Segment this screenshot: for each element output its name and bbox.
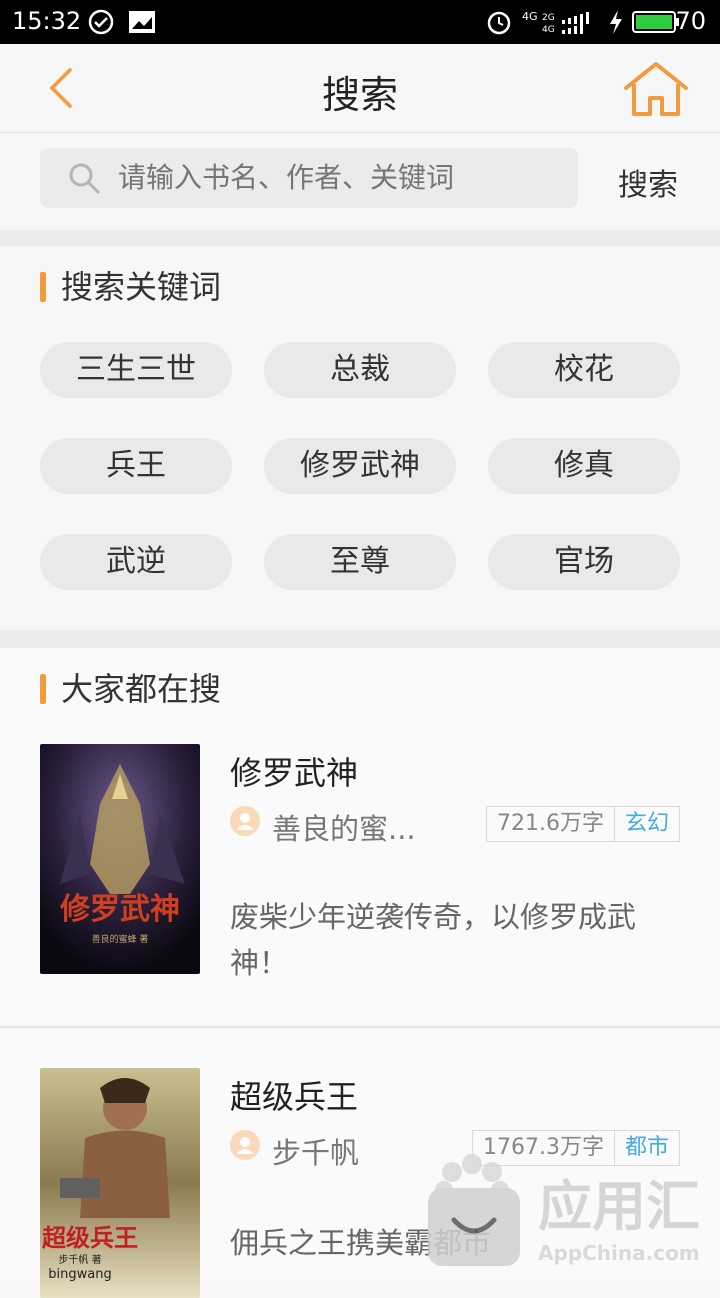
keywords-title-text: 搜索关键词 bbox=[61, 268, 222, 306]
keyword-tag[interactable]: 三生三世 bbox=[40, 342, 232, 398]
alarm-icon bbox=[487, 11, 511, 35]
keyword-tag[interactable]: 武逆 bbox=[40, 534, 232, 590]
watermark-brand: 应用汇 bbox=[538, 1175, 700, 1238]
keyword-tag[interactable]: 官场 bbox=[488, 534, 680, 590]
search-button[interactable]: 搜索 bbox=[618, 160, 678, 204]
svg-text:4G: 4G bbox=[522, 10, 538, 23]
keyword-tag[interactable]: 修真 bbox=[488, 438, 680, 494]
keyword-tag[interactable]: 至尊 bbox=[264, 534, 456, 590]
category-tag: 玄幻 bbox=[624, 811, 669, 836]
keywords-section-title: 搜索关键词 bbox=[40, 262, 221, 308]
book-title[interactable]: 修罗武神 bbox=[230, 748, 358, 794]
book-title[interactable]: 超级兵王 bbox=[230, 1072, 358, 1118]
search-box[interactable] bbox=[40, 148, 578, 208]
svg-text:2G: 2G bbox=[542, 13, 555, 23]
search-icon bbox=[69, 163, 100, 194]
book-author: 善良的蜜... bbox=[272, 812, 416, 846]
cover-title: 超级兵王 bbox=[42, 1224, 138, 1252]
section-accent-bar bbox=[40, 272, 46, 302]
status-time: 15:32 bbox=[12, 7, 82, 35]
book-cover[interactable]: 超级兵王 步千帆 著 bingwang bbox=[40, 1068, 200, 1298]
appchina-watermark-logo: 应用汇 AppChina.com bbox=[428, 1154, 700, 1266]
search-input[interactable] bbox=[118, 148, 558, 208]
book-author: 步千帆 bbox=[272, 1136, 360, 1170]
book-cover-image: 超级兵王 步千帆 著 bingwang bbox=[40, 1068, 200, 1298]
book-cover[interactable]: 修罗武神 善良的蜜蜂 著 bbox=[40, 744, 200, 974]
book-description: 废柴少年逆袭传奇，以修罗成武神！ bbox=[230, 900, 637, 980]
keyword-tag[interactable]: 校花 bbox=[488, 342, 680, 398]
image-notification-icon bbox=[129, 11, 155, 33]
watermark-url: AppChina.com bbox=[538, 1241, 700, 1265]
charging-icon bbox=[610, 10, 622, 34]
cover-author: 善良的蜜蜂 著 bbox=[92, 933, 149, 945]
popular-title-text: 大家都在搜 bbox=[61, 670, 222, 708]
battery-icon bbox=[632, 11, 679, 33]
section-divider bbox=[0, 630, 720, 648]
cover-author: 步千帆 著 bbox=[58, 1253, 101, 1266]
book-tags: 721.6万字 玄幻 bbox=[486, 806, 680, 842]
signal-icon: 4G 2G 4G bbox=[522, 10, 589, 35]
svg-text:4G: 4G bbox=[542, 25, 555, 35]
popular-section-title: 大家都在搜 bbox=[40, 664, 221, 710]
cover-title: 修罗武神 bbox=[59, 892, 180, 927]
search-bar: 搜索 bbox=[0, 133, 720, 229]
author-avatar-icon bbox=[230, 1130, 260, 1160]
battery-level: 70 bbox=[675, 7, 706, 35]
keyword-tag[interactable]: 修罗武神 bbox=[264, 438, 456, 494]
word-count: 721.6万字 bbox=[487, 807, 615, 841]
status-bar: 15:32 4G 2G 4G 70 bbox=[0, 0, 720, 44]
nav-bar: 搜索 bbox=[0, 44, 720, 133]
section-accent-bar bbox=[40, 674, 46, 704]
keyword-tag[interactable]: 总裁 bbox=[264, 342, 456, 398]
check-circle-icon bbox=[88, 9, 114, 35]
page-title: 搜索 bbox=[321, 73, 398, 117]
list-divider bbox=[0, 1026, 720, 1028]
section-divider bbox=[0, 230, 720, 246]
book-item[interactable]: 修罗武神 善良的蜜蜂 著 修罗武神 善良的蜜... 721.6万字 玄幻 废柴少… bbox=[0, 744, 720, 1026]
home-icon[interactable] bbox=[622, 60, 690, 118]
book-cover-image: 修罗武神 善良的蜜蜂 著 bbox=[40, 744, 200, 974]
keyword-tag[interactable]: 兵王 bbox=[40, 438, 232, 494]
author-avatar-icon bbox=[230, 806, 260, 836]
